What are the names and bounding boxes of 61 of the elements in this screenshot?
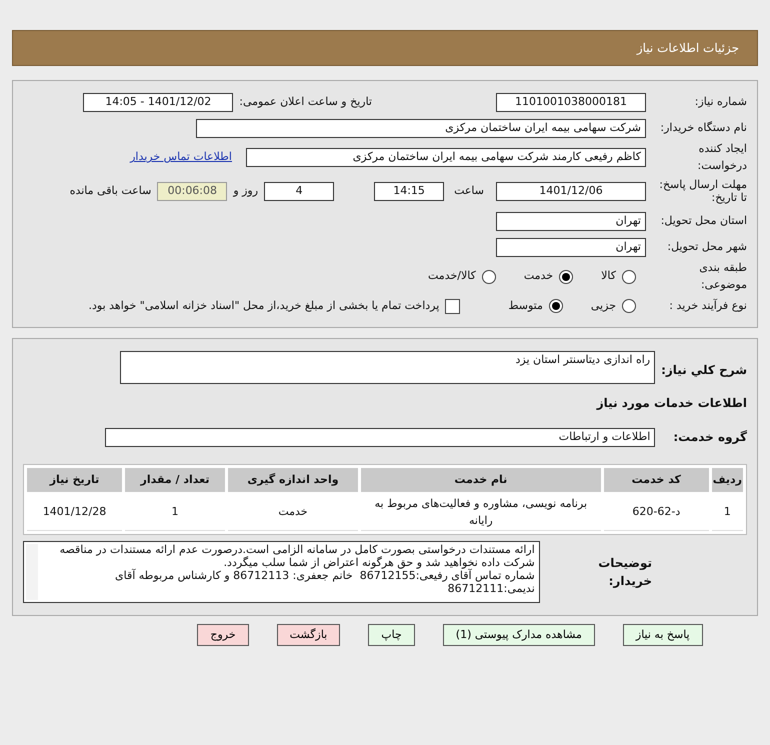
column-header: تاریخ نیاز [27, 468, 122, 492]
field-label: روز و [233, 182, 258, 199]
radio-button[interactable] [622, 270, 636, 284]
radio-button[interactable] [548, 299, 563, 313]
field-label: توضیحات خریدار: [597, 555, 652, 590]
deadline-time-field: 14:15 [374, 182, 444, 200]
field-label: گروه خدمت: [673, 429, 747, 446]
column-header: واحد اندازه گیری [228, 468, 358, 492]
radio-label: متوسط [508, 298, 543, 314]
action-button[interactable]: خروج [197, 624, 249, 646]
field-label: طبقه بندی موضوعی: [698, 260, 747, 293]
checkbox[interactable] [445, 298, 460, 314]
table-cell: 1401/12/28 [27, 495, 122, 531]
service-group-field: اطلاعات و ارتباطات [105, 428, 656, 446]
column-header: تعداد / مقدار [125, 468, 225, 492]
radio-button[interactable] [482, 270, 496, 284]
table-cell: 1 [712, 495, 743, 531]
radio-button[interactable] [559, 270, 574, 284]
field-label: مهلت ارسال پاسخ: تا تاریخ: [658, 178, 747, 204]
field-label: ایجاد کننده درخواست: [696, 141, 747, 174]
field-label: شماره نیاز: [694, 94, 747, 110]
radio-label: کالا [601, 268, 616, 284]
description-field: راه اندازی دیتاسنتر استان یزد [120, 351, 656, 384]
field-label: ساعت [454, 182, 484, 199]
notes-paragraph: ارائه مستندات درخواستی بصورت کامل در سامانه الزامی است.درصورت عدم ارائه مستندات در مناقصه شرکت داده نخواهید شد و حق هرگونه اعتراض از شما سلب میگردد. [58, 543, 535, 569]
column-header: کد خدمت [604, 468, 709, 492]
remaining-time-field: 00:06:08 [157, 182, 228, 200]
field-label: شهر محل تحویل: [666, 238, 747, 255]
section-title: اطلاعات خدمات مورد نیاز [596, 395, 747, 412]
table-cell: برنامه نویسی، مشاوره و فعالیت‌های مربوط به رایانه [360, 495, 601, 531]
city-field: تهران [496, 238, 646, 256]
action-button[interactable]: بازگشت [276, 624, 340, 646]
checkbox-label: پرداخت تمام یا بخشی از مبلغ خرید،از محل "اسناد خزانه اسلامی" خواهد بود. [88, 298, 440, 314]
field-label: استان محل تحویل: [660, 212, 747, 229]
column-header: ردیف [712, 468, 743, 492]
action-button[interactable]: مشاهده مدارک پیوستی (1) [442, 624, 595, 646]
province-field: تهران [496, 212, 646, 230]
action-button[interactable]: چاپ [368, 624, 415, 646]
requester-field: کاظم رفیعی کارمند شرکت سهامی بیمه ایران ساختمان مرکزی [246, 148, 646, 167]
table-cell: د-62-620 [604, 495, 709, 531]
buyer-org-field: شرکت سهامی بیمه ایران ساختمان مرکزی [196, 118, 646, 138]
radio-label: جزیی [590, 298, 616, 314]
action-button[interactable]: پاسخ به نیاز [622, 624, 703, 646]
field-label: شرح کلي نياز: [661, 362, 747, 379]
table-cell: خدمت [228, 495, 358, 531]
need-number-field: 1101001038000181 [496, 92, 646, 112]
radio-label: خدمت [524, 268, 554, 284]
notes-paragraph: شماره تماس آقای رفیعی:86712155 خانم جعفری: 86712113 و کارشناس مربوطه آقای ندیمی:86712111 [114, 569, 535, 595]
days-field: 4 [264, 182, 334, 200]
page-title: جزئیات اطلاعات نیاز [636, 40, 739, 57]
column-header: نام خدمت [360, 468, 601, 492]
deadline-date-field: 1401/12/06 [496, 182, 646, 200]
field-label: نام دستگاه خریدار: [659, 120, 747, 136]
radio-label: کالا/خدمت [428, 268, 476, 284]
field-label: نوع فرآیند خرید : [668, 298, 747, 314]
field-label: تاریخ و ساعت اعلان عمومی: [239, 94, 372, 110]
contact-link[interactable]: اطلاعات تماس خریدار [130, 149, 232, 166]
radio-button[interactable] [622, 299, 636, 313]
announce-date-field: 1401/12/02 - 14:05 [83, 92, 234, 112]
field-label: ساعت باقی مانده [70, 182, 152, 199]
table-cell: 1 [125, 495, 225, 531]
